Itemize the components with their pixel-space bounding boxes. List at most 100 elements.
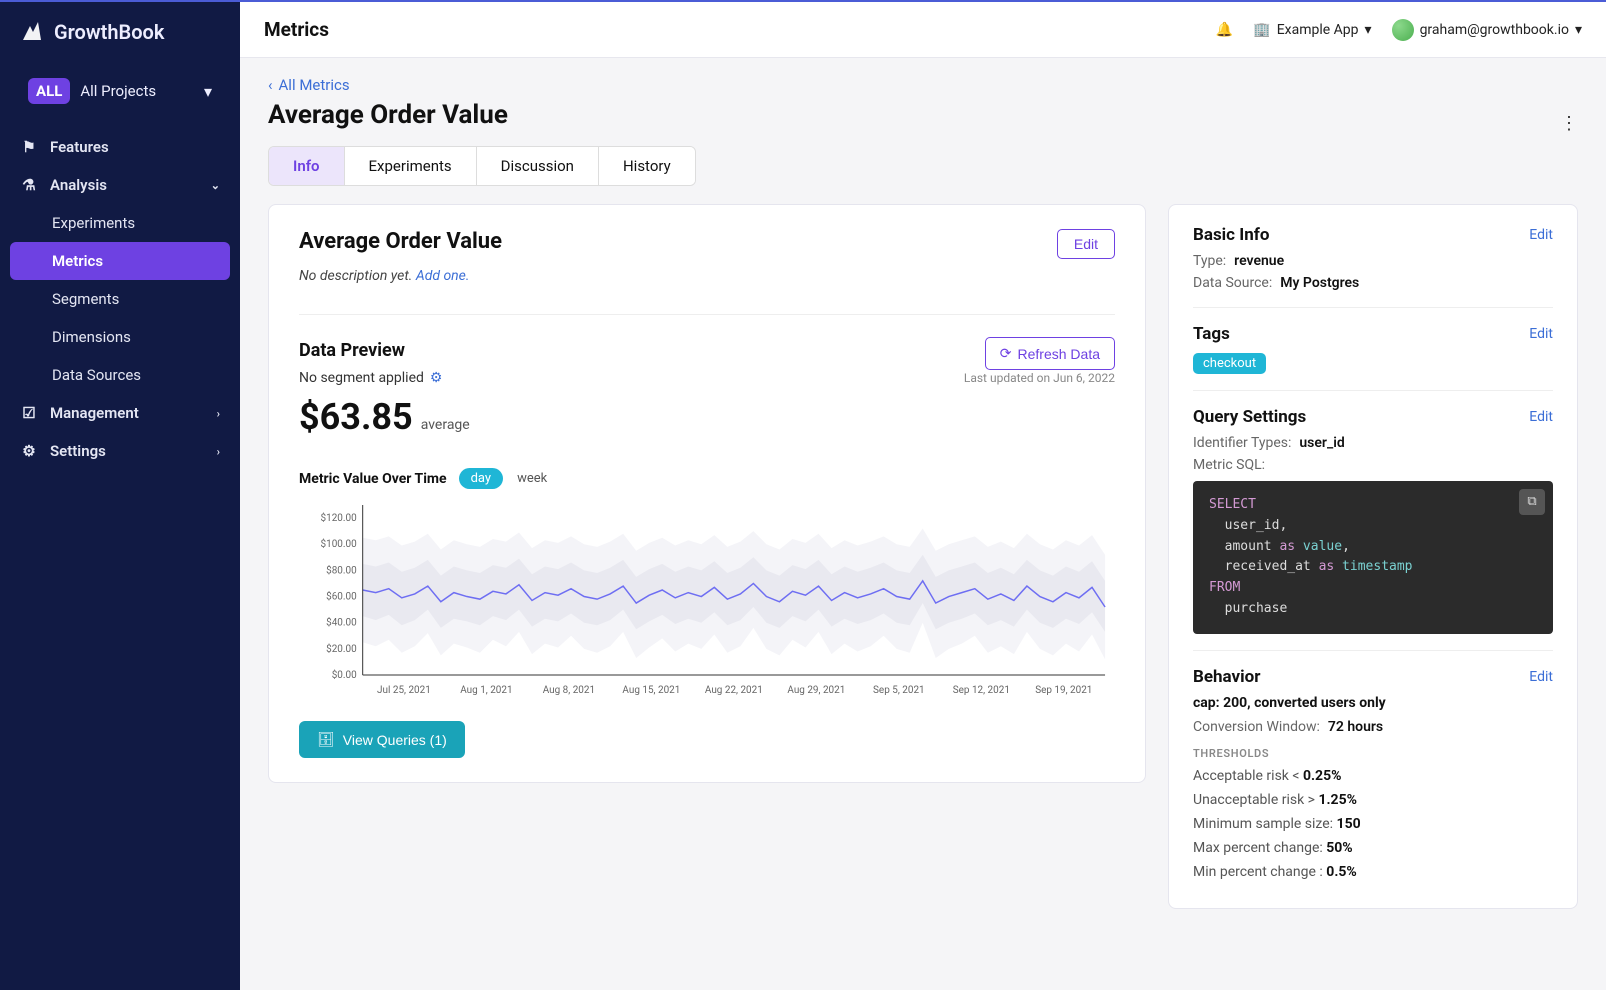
nav-label: Features — [50, 138, 109, 156]
nav-label: Analysis — [50, 176, 107, 194]
svg-text:Sep 5, 2021: Sep 5, 2021 — [873, 685, 925, 696]
topbar: Metrics 🔔 🏢Example App▾ graham@growthboo… — [240, 2, 1606, 58]
svg-text:$0.00: $0.00 — [332, 670, 357, 681]
svg-text:Sep 12, 2021: Sep 12, 2021 — [953, 685, 1010, 696]
tag-checkout[interactable]: checkout — [1193, 353, 1266, 374]
sql-label: Metric SQL: — [1193, 457, 1265, 473]
datasource-label: Data Source: — [1193, 275, 1272, 291]
tab-experiments[interactable]: Experiments — [345, 147, 477, 185]
nav-label: Segments — [52, 290, 119, 308]
behavior-title: Behavior — [1193, 667, 1260, 687]
svg-text:$20.00: $20.00 — [326, 644, 357, 655]
refresh-icon: ⟳ — [1000, 345, 1012, 362]
segment-text: No segment applied — [299, 370, 424, 386]
nav-metrics[interactable]: Metrics — [10, 242, 230, 280]
svg-text:Aug 1, 2021: Aug 1, 2021 — [460, 685, 512, 696]
type-value: revenue — [1234, 253, 1284, 269]
notifications-button[interactable]: 🔔 — [1216, 22, 1233, 38]
add-description-link[interactable]: Add one. — [416, 268, 470, 284]
granularity-week[interactable]: week — [517, 471, 547, 486]
last-updated: Last updated on Jun 6, 2022 — [964, 371, 1115, 385]
view-queries-button[interactable]: 🗄View Queries (1) — [299, 721, 465, 758]
nav-label: Settings — [50, 442, 106, 460]
description: No description yet. Add one. — [299, 268, 1115, 284]
avatar — [1392, 19, 1414, 41]
svg-text:$80.00: $80.00 — [326, 565, 357, 576]
metric-chart: $0.00 $20.00 $40.00 $60.00 $80.00 $100.00 $120… — [299, 499, 1115, 699]
sql-code: ⧉ SELECT user_id, amount as value, recei… — [1193, 481, 1553, 634]
tab-history[interactable]: History — [599, 147, 695, 185]
basic-info-title: Basic Info — [1193, 225, 1269, 245]
nav-experiments[interactable]: Experiments — [0, 204, 240, 242]
chevron-right-icon: › — [217, 407, 220, 420]
back-label: All Metrics — [279, 76, 350, 94]
nav-management[interactable]: ☑Management› — [0, 394, 240, 432]
tab-discussion[interactable]: Discussion — [477, 147, 599, 185]
refresh-data-button[interactable]: ⟳Refresh Data — [985, 337, 1115, 370]
back-link[interactable]: ‹ All Metrics — [268, 76, 1578, 94]
nav-label: Data Sources — [52, 366, 141, 384]
identifier-value: user_id — [1299, 435, 1344, 451]
chevron-left-icon: ‹ — [268, 76, 273, 94]
brand-logo[interactable]: GrowthBook — [0, 2, 240, 62]
user-email: graham@growthbook.io — [1420, 22, 1569, 38]
copy-sql-button[interactable]: ⧉ — [1519, 489, 1545, 515]
topbar-title: Metrics — [264, 18, 329, 41]
granularity-day[interactable]: day — [459, 468, 503, 489]
user-menu[interactable]: graham@growthbook.io ▾ — [1392, 19, 1582, 41]
tabs: Info Experiments Discussion History — [268, 146, 696, 186]
app-name: Example App — [1277, 22, 1359, 38]
chevron-right-icon: › — [217, 445, 220, 458]
app-switcher[interactable]: 🏢Example App▾ — [1253, 22, 1371, 38]
flag-icon: ⚑ — [20, 138, 38, 156]
thresholds-label: THRESHOLDS — [1193, 747, 1553, 760]
svg-text:Aug 29, 2021: Aug 29, 2021 — [787, 685, 845, 696]
project-badge: ALL — [28, 78, 70, 104]
identifier-label: Identifier Types: — [1193, 435, 1291, 451]
project-label: All Projects — [80, 82, 194, 100]
chevron-down-icon: ▾ — [204, 82, 212, 101]
tab-info[interactable]: Info — [269, 147, 345, 185]
average-value: $63.85 — [299, 396, 413, 438]
chart-title: Metric Value Over Time — [299, 471, 447, 487]
gear-icon: ⚙ — [20, 442, 38, 460]
datasource-value: My Postgres — [1280, 275, 1359, 291]
chevron-down-icon: ⌄ — [211, 179, 220, 192]
more-actions-button[interactable]: ⋮ — [1560, 113, 1578, 134]
nav-label: Dimensions — [52, 328, 131, 346]
main-card: Average Order Value Edit No description … — [268, 204, 1146, 783]
edit-behavior[interactable]: Edit — [1529, 669, 1553, 685]
edit-metric-button[interactable]: Edit — [1057, 229, 1115, 259]
nav-features[interactable]: ⚑ Features — [0, 128, 240, 166]
metric-name: Average Order Value — [299, 229, 502, 254]
edit-basic-info[interactable]: Edit — [1529, 227, 1553, 243]
data-preview-title: Data Preview — [299, 340, 405, 361]
type-label: Type: — [1193, 253, 1226, 269]
nav-settings[interactable]: ⚙ Settings › — [0, 432, 240, 470]
svg-text:$100.00: $100.00 — [321, 539, 358, 550]
edit-query-settings[interactable]: Edit — [1529, 409, 1553, 425]
svg-text:$120.00: $120.00 — [321, 513, 358, 524]
side-panel: Basic Info Edit Type: revenue Data Source:… — [1168, 204, 1578, 909]
chevron-down-icon: ▾ — [1575, 22, 1582, 38]
svg-text:$40.00: $40.00 — [326, 618, 357, 629]
chevron-down-icon: ▾ — [1365, 22, 1372, 38]
average-label: average — [421, 417, 470, 433]
svg-text:$60.00: $60.00 — [326, 592, 357, 603]
svg-text:Sep 19, 2021: Sep 19, 2021 — [1035, 685, 1092, 696]
svg-text:Aug 15, 2021: Aug 15, 2021 — [622, 685, 680, 696]
conv-window-label: Conversion Window: — [1193, 719, 1320, 735]
nav-datasources[interactable]: Data Sources — [0, 356, 240, 394]
conv-window-value: 72 hours — [1328, 719, 1383, 735]
nav-dimensions[interactable]: Dimensions — [0, 318, 240, 356]
nav-analysis[interactable]: ⚗Analysis⌄ — [0, 166, 240, 204]
edit-tags[interactable]: Edit — [1529, 326, 1553, 342]
svg-text:Jul 25, 2021: Jul 25, 2021 — [377, 685, 431, 696]
cap-line: cap: 200, converted users only — [1193, 695, 1386, 711]
query-settings-title: Query Settings — [1193, 407, 1306, 427]
segment-settings-icon[interactable]: ⚙ — [430, 370, 443, 386]
project-selector[interactable]: ALL All Projects ▾ — [10, 68, 230, 114]
nav-label: Experiments — [52, 214, 135, 232]
nav-segments[interactable]: Segments — [0, 280, 240, 318]
nav-label: Management — [50, 404, 139, 422]
